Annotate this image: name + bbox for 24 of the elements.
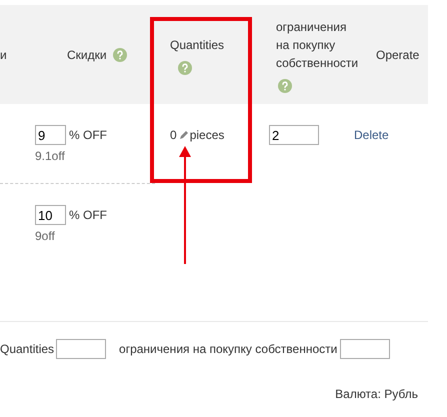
limit-label: ограничения на покупку собственности (119, 340, 338, 358)
help-icon[interactable] (178, 60, 192, 75)
discount-note: 9off (35, 228, 55, 245)
column-header: Operate (376, 46, 420, 64)
help-icon[interactable] (278, 78, 292, 93)
quantity-label: Quantities (0, 340, 54, 358)
column-header: Скидки (67, 46, 107, 64)
delete-link[interactable]: Delete (354, 125, 389, 145)
currency-label: Валюта: Рубль (335, 386, 418, 403)
column-header: Quantities (170, 37, 224, 54)
limit-field[interactable]: 2 (269, 125, 319, 145)
discount-field[interactable]: 9 (35, 125, 66, 145)
quantity-field[interactable] (56, 338, 106, 358)
column-header: ограничения на покупку собственности (276, 19, 360, 72)
discount-unit: % OFF (69, 127, 107, 144)
limit-field[interactable] (340, 338, 390, 358)
discount-note: 9.1off (35, 148, 65, 165)
quantity-value: 0 (170, 127, 177, 144)
column-header: и (0, 46, 7, 64)
quantity-unit: pieces (190, 127, 224, 144)
discount-unit: % OFF (69, 207, 107, 224)
discount-field[interactable]: 10 (35, 205, 66, 225)
help-icon[interactable] (112, 48, 127, 62)
pencil-icon[interactable] (178, 130, 188, 140)
